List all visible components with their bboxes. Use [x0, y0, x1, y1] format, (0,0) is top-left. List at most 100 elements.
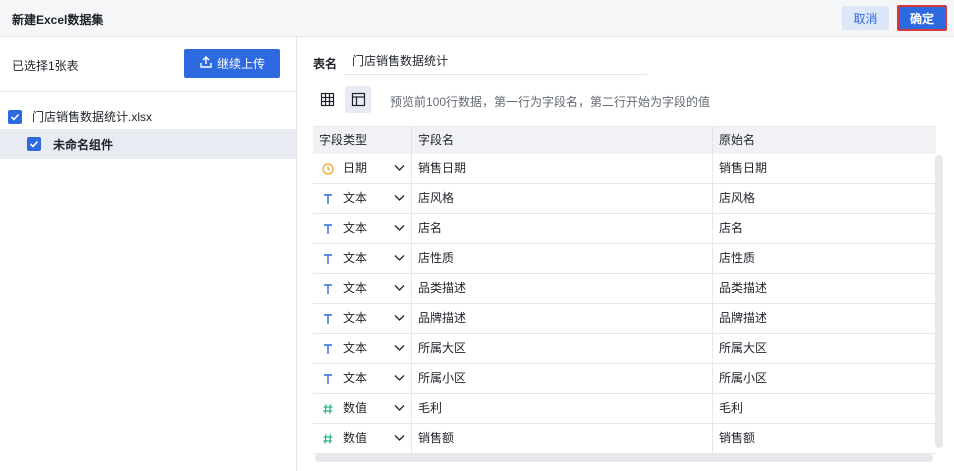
field-name-cell[interactable]: 所属小区: [412, 364, 713, 393]
field-name-cell[interactable]: 销售额: [412, 424, 713, 453]
field-name-cell[interactable]: 所属大区: [412, 334, 713, 363]
tree-item-sheet[interactable]: 未命名组件: [0, 129, 296, 159]
selected-count-label: 已选择1张表: [12, 59, 79, 73]
chevron-down-icon: [394, 345, 405, 351]
file-checkbox[interactable]: [8, 109, 22, 124]
field-type-select[interactable]: 日期: [313, 154, 412, 183]
continue-upload-button[interactable]: 继续上传: [184, 49, 280, 78]
original-name-cell: 品类描述: [719, 281, 768, 295]
preview-hint: 预览前100行数据，第一行为字段名，第二行开始为字段的值: [390, 95, 711, 109]
original-name-cell: 毛利: [719, 401, 744, 415]
text-type-icon: [321, 193, 335, 205]
hash-icon: [321, 403, 335, 415]
field-name-cell[interactable]: 品类描述: [412, 274, 713, 303]
clock-icon: [321, 162, 335, 175]
cancel-button[interactable]: 取消: [842, 6, 889, 30]
text-type-icon: [321, 253, 335, 265]
chevron-down-icon: [394, 375, 405, 381]
field-name-cell[interactable]: 毛利: [412, 394, 713, 423]
field-name-cell[interactable]: 销售日期: [412, 154, 713, 183]
table-row: 文本 店性质 店性质: [313, 244, 936, 274]
field-type-select[interactable]: 数值: [313, 424, 412, 453]
field-type-label: 文本: [343, 311, 368, 325]
table-row: 文本 所属大区 所属大区: [313, 334, 936, 364]
field-type-select[interactable]: 文本: [313, 304, 412, 333]
field-type-label: 文本: [343, 281, 368, 295]
field-type-select[interactable]: 文本: [313, 184, 412, 213]
hash-icon: [321, 433, 335, 445]
table-row: 数值 销售额 销售额: [313, 424, 936, 454]
upload-icon: [199, 55, 213, 72]
table-header: 字段类型 字段名 原始名: [313, 127, 936, 154]
field-type-label: 文本: [343, 251, 368, 265]
table-row: 数值 毛利 毛利: [313, 394, 936, 424]
column-header-type: 字段类型: [313, 127, 412, 154]
check-icon: [10, 113, 20, 121]
table-row: 日期 销售日期 销售日期: [313, 154, 936, 184]
original-name-cell: 店性质: [719, 251, 756, 265]
vertical-scrollbar[interactable]: [935, 155, 943, 448]
field-type-select[interactable]: 数值: [313, 394, 412, 423]
field-type-select[interactable]: 文本: [313, 244, 412, 273]
field-type-label: 文本: [343, 221, 368, 235]
chevron-down-icon: [394, 315, 405, 321]
fields-table: 字段类型 字段名 原始名 日期 销售日期 销售日期 文本 店风格 店风格 文本 …: [313, 126, 936, 466]
field-name-cell[interactable]: 店性质: [412, 244, 713, 273]
original-name-cell: 店风格: [719, 191, 756, 205]
column-header-original: 原始名: [719, 133, 756, 147]
sidebar-divider: [0, 91, 296, 92]
continue-upload-label: 继续上传: [216, 57, 265, 71]
grid-icon: [320, 92, 334, 107]
chevron-down-icon: [394, 255, 405, 261]
text-type-icon: [321, 313, 335, 325]
tree-item-file[interactable]: 门店销售数据统计.xlsx: [8, 108, 152, 125]
field-name-cell[interactable]: 品牌描述: [412, 304, 713, 333]
check-icon: [29, 140, 39, 148]
original-name-cell: 店名: [719, 221, 744, 235]
table-body: 日期 销售日期 销售日期 文本 店风格 店风格 文本 店名 店名 文本 店性质 …: [313, 154, 936, 454]
field-name-cell[interactable]: 店风格: [412, 184, 713, 213]
field-type-label: 文本: [343, 191, 368, 205]
table-row: 文本 品类描述 品类描述: [313, 274, 936, 304]
horizontal-scrollbar[interactable]: [315, 454, 933, 462]
table-name-input[interactable]: [344, 47, 647, 75]
main-panel: 表名 预览前100行数据，第一行为字段名，第二行开始为字段的值 字段类型 字段名…: [297, 37, 954, 471]
text-type-icon: [321, 283, 335, 295]
grid-view-button[interactable]: [314, 86, 340, 113]
table-name-label: 表名: [313, 57, 338, 71]
table-row: 文本 品牌描述 品牌描述: [313, 304, 936, 334]
original-name-cell: 所属小区: [719, 371, 768, 385]
chevron-down-icon: [394, 195, 405, 201]
layout-icon: [351, 92, 365, 107]
sidebar: 已选择1张表 继续上传 门店销售数据统计.xlsx 未命名组件: [0, 37, 297, 471]
field-type-select[interactable]: 文本: [313, 274, 412, 303]
field-type-select[interactable]: 文本: [313, 364, 412, 393]
sheet-checkbox[interactable]: [27, 137, 41, 151]
chevron-down-icon: [394, 405, 405, 411]
field-type-select[interactable]: 文本: [313, 214, 412, 243]
chevron-down-icon: [394, 165, 405, 171]
field-type-label: 日期: [343, 161, 368, 175]
field-type-label: 数值: [343, 431, 368, 445]
table-row: 文本 店名 店名: [313, 214, 936, 244]
field-type-label: 文本: [343, 341, 368, 355]
field-type-label: 数值: [343, 401, 368, 415]
field-type-select[interactable]: 文本: [313, 334, 412, 363]
field-view-button[interactable]: [345, 86, 371, 113]
text-type-icon: [321, 373, 335, 385]
dialog-title: 新建Excel数据集: [12, 13, 104, 27]
chevron-down-icon: [394, 225, 405, 231]
table-row: 文本 所属小区 所属小区: [313, 364, 936, 394]
original-name-cell: 所属大区: [719, 341, 768, 355]
field-type-label: 文本: [343, 371, 368, 385]
file-name: 门店销售数据统计.xlsx: [32, 110, 153, 124]
text-type-icon: [321, 343, 335, 355]
confirm-button[interactable]: 确定: [897, 5, 947, 31]
text-type-icon: [321, 223, 335, 235]
original-name-cell: 销售日期: [719, 161, 768, 175]
sheet-name: 未命名组件: [53, 137, 114, 152]
dialog-header: 新建Excel数据集 取消 确定: [0, 0, 954, 37]
table-row: 文本 店风格 店风格: [313, 184, 936, 214]
original-name-cell: 品牌描述: [719, 311, 768, 325]
field-name-cell[interactable]: 店名: [412, 214, 713, 243]
